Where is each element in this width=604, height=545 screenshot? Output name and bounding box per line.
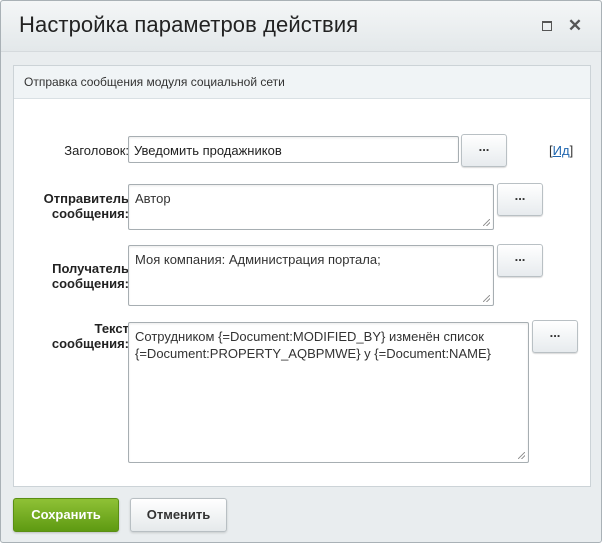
maximize-icon[interactable]: [538, 17, 556, 35]
dialog-title: Настройка параметров действия: [19, 12, 359, 37]
save-button[interactable]: Сохранить: [13, 498, 119, 532]
settings-panel: Отправка сообщения модуля социальной сет…: [13, 65, 591, 487]
sender-picker-button[interactable]: ...: [497, 183, 543, 216]
close-icon[interactable]: ✕: [566, 17, 584, 35]
id-link-text[interactable]: Ид: [553, 143, 570, 158]
resize-grip-icon[interactable]: [518, 452, 525, 459]
resize-grip-icon[interactable]: [483, 295, 490, 302]
subject-picker-button[interactable]: ...: [461, 134, 507, 167]
sender-label: Отправитель сообщения:: [43, 191, 129, 221]
subject-label: Заголовок:: [64, 143, 129, 158]
message-label: Текст сообщения:: [51, 321, 129, 351]
recipient-textarea[interactable]: Моя компания: Администрация портала;: [128, 245, 494, 306]
recipient-label: Получатель сообщения:: [51, 261, 129, 291]
subject-input[interactable]: Уведомить продажников: [128, 136, 459, 163]
dialog-titlebar[interactable]: Настройка параметров действия ✕: [1, 1, 601, 52]
resize-grip-icon[interactable]: [483, 219, 490, 226]
message-textarea[interactable]: Сотрудником {=Document:MODIFIED_BY} изме…: [128, 322, 529, 463]
message-picker-button[interactable]: ...: [532, 320, 578, 353]
sender-textarea[interactable]: Автор: [128, 184, 494, 230]
section-title: Отправка сообщения модуля социальной сет…: [14, 66, 590, 99]
id-link[interactable]: [Ид]: [549, 143, 573, 158]
recipient-picker-button[interactable]: ...: [497, 244, 543, 277]
action-settings-dialog: Настройка параметров действия ✕ Отправка…: [0, 0, 602, 543]
cancel-button[interactable]: Отменить: [130, 498, 227, 532]
